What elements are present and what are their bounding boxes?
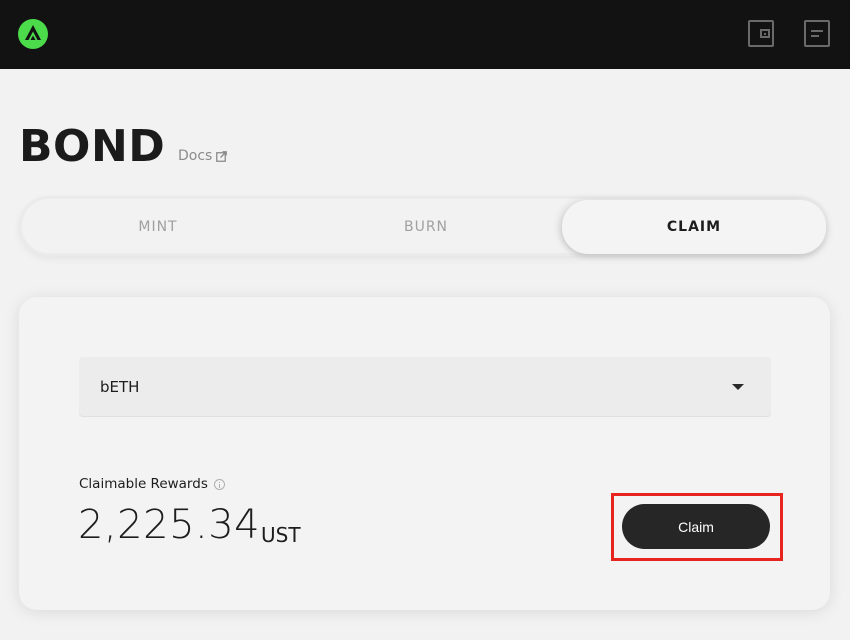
claim-card: bETH Claimable Rewards 2,225.34 UST [19, 297, 830, 610]
tab-burn[interactable]: BURN [294, 200, 558, 254]
asset-select[interactable]: bETH [79, 357, 771, 417]
info-icon[interactable] [213, 478, 225, 490]
asset-select-value: bETH [100, 378, 140, 396]
external-link-icon [216, 150, 228, 162]
tab-bar: MINT BURN CLAIM [19, 196, 829, 256]
top-bar [0, 0, 850, 69]
caret-down-icon [732, 384, 744, 390]
anchor-logo-icon[interactable] [18, 19, 48, 49]
claim-button[interactable]: Claim [622, 504, 770, 549]
claimable-rewards-label-text: Claimable Rewards [79, 476, 208, 492]
claimable-rewards-label: Claimable Rewards [79, 476, 225, 492]
wallet-icon[interactable] [748, 20, 774, 47]
page-title: BOND [19, 121, 166, 172]
menu-icon[interactable] [804, 20, 830, 47]
docs-link[interactable]: Docs [178, 148, 228, 164]
claimable-rewards-amount: 2,225.34 [78, 502, 261, 548]
docs-link-label: Docs [178, 148, 213, 164]
tab-mint[interactable]: MINT [26, 200, 290, 254]
claimable-rewards-unit: UST [261, 523, 301, 547]
tab-claim[interactable]: CLAIM [562, 200, 826, 254]
